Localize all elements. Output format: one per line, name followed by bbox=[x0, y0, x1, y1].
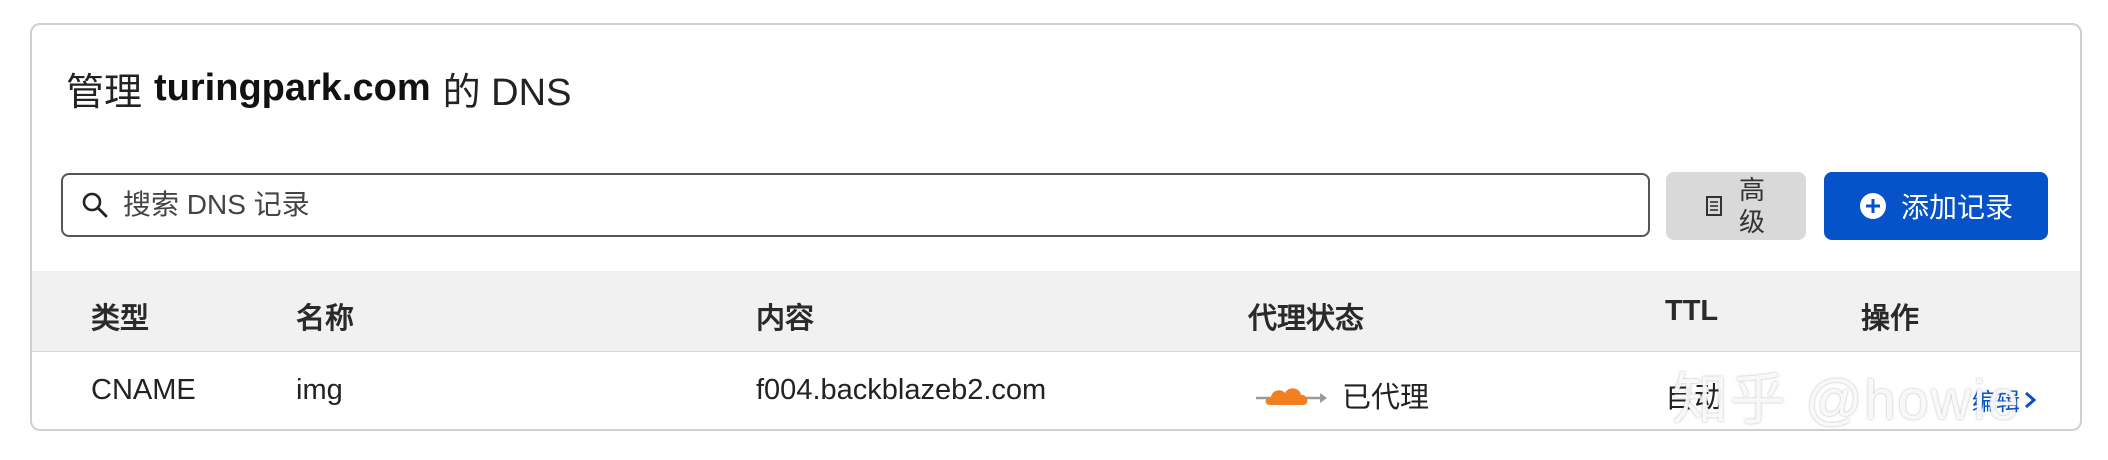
plus-circle-icon bbox=[1859, 193, 1886, 219]
search-input[interactable] bbox=[121, 188, 1525, 222]
column-header-ttl: TTL bbox=[1665, 295, 1719, 327]
domain-name: turingpark.com bbox=[154, 67, 431, 109]
chevron-right-icon bbox=[2025, 391, 2037, 408]
page-title: 管理 turingpark.com 的 DNS bbox=[66, 61, 571, 116]
dns-panel: 管理 turingpark.com 的 DNS 高级 添加记录 类型 名称 内容… bbox=[30, 23, 2082, 431]
title-prefix: 管理 bbox=[66, 72, 143, 114]
advanced-button-label: 高级 bbox=[1738, 175, 1765, 237]
advanced-button[interactable]: 高级 bbox=[1666, 172, 1806, 240]
document-icon bbox=[1706, 196, 1722, 216]
column-header-proxy-status: 代理状态 bbox=[1248, 303, 1365, 335]
table-header: 类型 名称 内容 代理状态 TTL 操作 bbox=[32, 271, 2080, 352]
column-header-actions: 操作 bbox=[1861, 303, 1920, 335]
proxy-status[interactable]: 已代理 bbox=[1254, 374, 1429, 416]
record-name: img bbox=[296, 374, 343, 406]
column-header-content: 内容 bbox=[756, 303, 815, 335]
watermark: 知乎 @howie bbox=[1672, 368, 2021, 431]
search-icon bbox=[82, 192, 108, 218]
proxy-status-label: 已代理 bbox=[1342, 382, 1430, 414]
add-record-button[interactable]: 添加记录 bbox=[1824, 172, 2048, 240]
column-header-type: 类型 bbox=[91, 303, 150, 335]
title-suffix: 的 DNS bbox=[442, 72, 572, 114]
add-record-label: 添加记录 bbox=[1900, 192, 2013, 223]
record-content: f004.backblazeb2.com bbox=[756, 374, 1047, 406]
cloud-proxied-icon bbox=[1256, 388, 1327, 405]
column-header-name: 名称 bbox=[296, 303, 355, 335]
search-box[interactable] bbox=[61, 173, 1650, 237]
record-type: CNAME bbox=[91, 374, 196, 406]
